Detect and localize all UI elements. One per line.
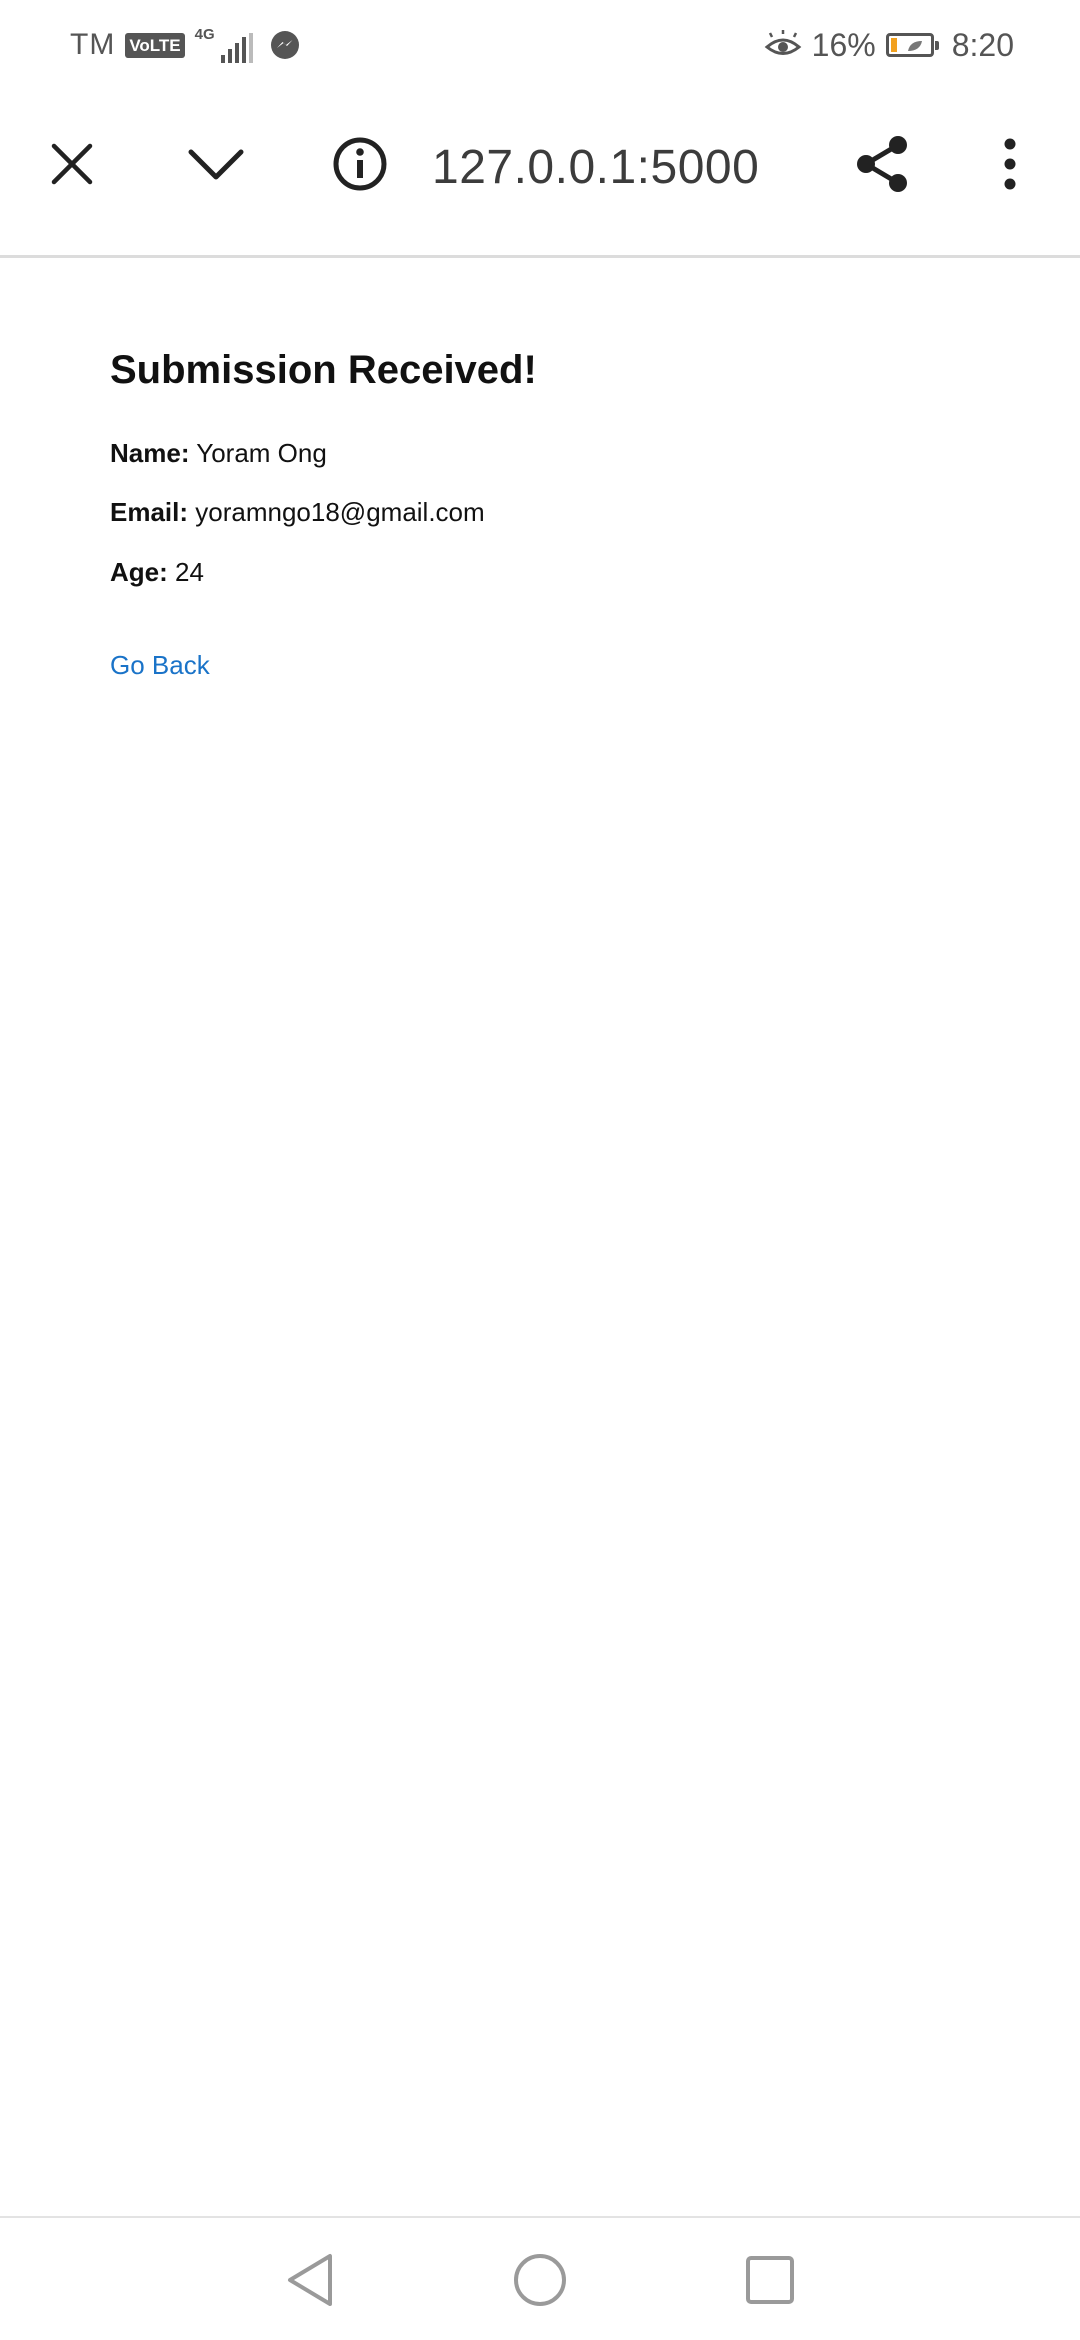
name-value: Yoram Ong	[196, 438, 327, 468]
messenger-icon	[269, 29, 301, 61]
back-icon[interactable]	[278, 2248, 342, 2312]
status-bar: TM VoLTE 4G 16% 8:20	[0, 0, 1080, 90]
email-field: Email: yoramngo18@gmail.com	[110, 499, 485, 525]
eye-comfort-icon	[764, 30, 802, 60]
battery-percent: 16%	[811, 26, 876, 63]
screen: TM VoLTE 4G 16% 8:20 127.0.0.1:5000 Subm…	[0, 0, 1080, 2340]
battery-icon	[885, 33, 939, 57]
name-field: Name: Yoram Ong	[110, 440, 327, 466]
close-icon[interactable]	[40, 132, 104, 196]
info-icon[interactable]	[328, 132, 392, 196]
share-icon[interactable]	[850, 132, 914, 196]
network-type-label: 4G	[194, 26, 215, 43]
home-icon[interactable]	[508, 2248, 572, 2312]
age-value: 24	[175, 557, 204, 587]
status-bar-right: 16% 8:20	[764, 22, 1014, 68]
more-vert-icon[interactable]	[978, 132, 1042, 196]
navigation-bar	[0, 2216, 1080, 2340]
network-indicator: 4G	[195, 27, 253, 63]
recents-icon[interactable]	[738, 2248, 802, 2312]
email-value: yoramngo18@gmail.com	[195, 497, 485, 527]
clock: 8:20	[951, 26, 1014, 63]
url-bar[interactable]: 127.0.0.1:5000	[432, 140, 759, 195]
browser-toolbar: 127.0.0.1:5000	[0, 90, 1080, 258]
battery-fill	[890, 38, 898, 52]
go-back-link[interactable]: Go Back	[110, 650, 210, 681]
status-bar-left: TM VoLTE 4G	[70, 22, 301, 68]
age-label: Age:	[110, 557, 168, 587]
volte-badge: VoLTE	[125, 32, 185, 58]
age-field: Age: 24	[110, 559, 204, 585]
signal-icon	[220, 33, 253, 63]
page-title: Submission Received!	[110, 348, 537, 392]
chevron-down-icon[interactable]	[184, 132, 248, 196]
email-label: Email:	[110, 497, 189, 527]
name-label: Name:	[110, 438, 190, 468]
page-content: Submission Received! Name: Yoram Ong Ema…	[110, 348, 970, 680]
carrier-label: TM	[70, 28, 116, 61]
